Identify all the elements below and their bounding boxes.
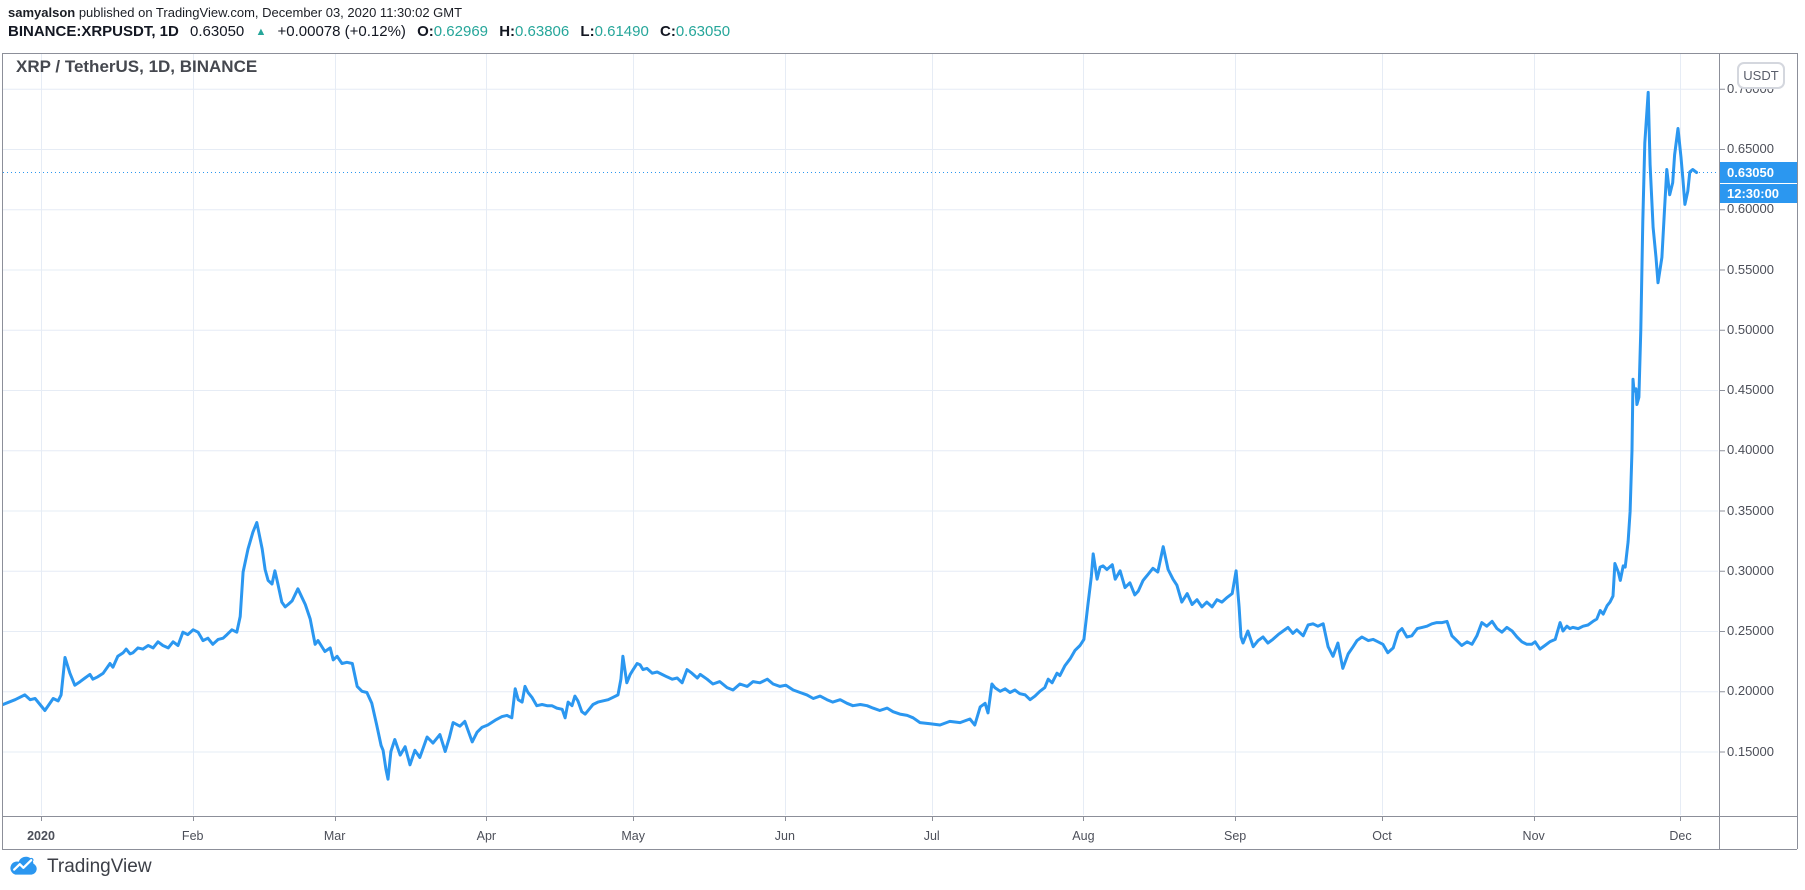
price-axis-label: 0.30000 (1727, 563, 1774, 578)
time-axis-label: Feb (182, 823, 204, 849)
time-axis-label: Mar (324, 823, 346, 849)
time-axis-label: Sep (1224, 823, 1246, 849)
price-axis-label: 0.55000 (1727, 262, 1774, 277)
bar-countdown-badge: 12:30:00 (1720, 184, 1797, 203)
price-axis-label: 0.65000 (1727, 141, 1774, 156)
time-axis-label: 2020 (27, 823, 55, 849)
time-axis-label: Dec (1669, 823, 1691, 849)
time-axis-label: Oct (1372, 823, 1391, 849)
price-axis-label: 0.45000 (1727, 382, 1774, 397)
price-axis-label: 0.20000 (1727, 683, 1774, 698)
price-axis-label: 0.50000 (1727, 322, 1774, 337)
tradingview-cloud-icon (8, 854, 40, 879)
last-price-badge: 0.63050 (1720, 162, 1797, 183)
tradingview-snapshot: samyalson published on TradingView.com, … (0, 0, 1805, 890)
price-axis-label: 0.25000 (1727, 623, 1774, 638)
price-axis-label: 0.40000 (1727, 442, 1774, 457)
time-axis-label: Nov (1523, 823, 1545, 849)
price-axis-label: 0.60000 (1727, 201, 1774, 216)
price-axis-label: 0.35000 (1727, 503, 1774, 518)
chart-legend-title[interactable]: XRP / TetherUS, 1D, BINANCE (16, 57, 257, 77)
tradingview-logo[interactable]: TradingView (8, 854, 152, 879)
price-axis-label: 0.15000 (1727, 744, 1774, 759)
time-axis-label: Apr (477, 823, 496, 849)
time-axis-label: Jul (924, 823, 940, 849)
price-chart-canvas[interactable] (0, 0, 1805, 890)
time-axis-label: Jun (775, 823, 795, 849)
time-axis-label: Aug (1072, 823, 1094, 849)
price-line-series (0, 92, 1697, 779)
time-axis-label: May (621, 823, 645, 849)
currency-unit-badge: USDT (1737, 62, 1785, 89)
tradingview-logo-text: TradingView (47, 856, 152, 878)
